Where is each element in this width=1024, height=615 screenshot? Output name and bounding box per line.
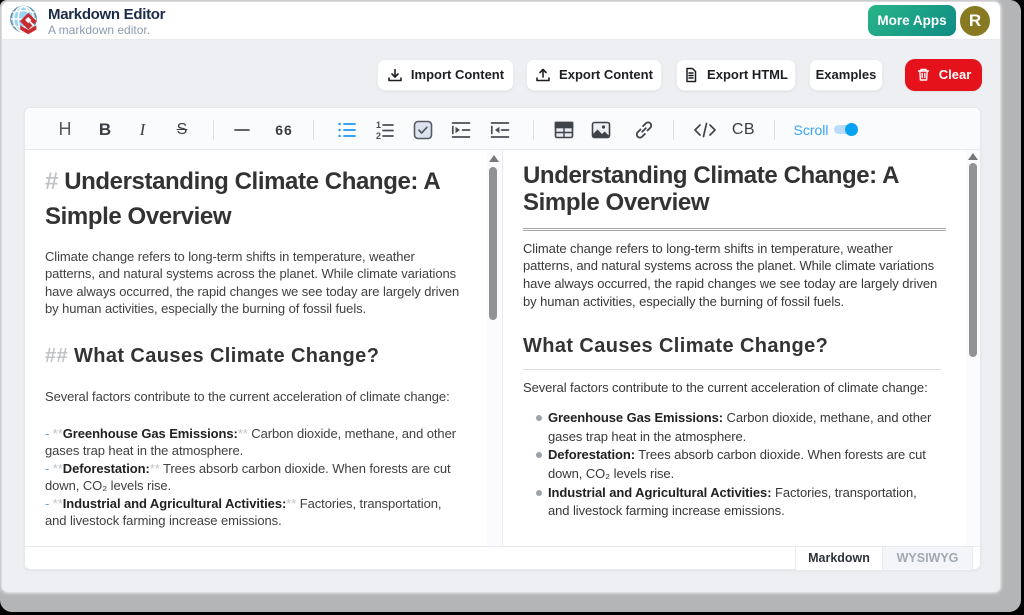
svg-text:1: 1 [376, 120, 381, 130]
svg-text:2: 2 [376, 131, 381, 141]
